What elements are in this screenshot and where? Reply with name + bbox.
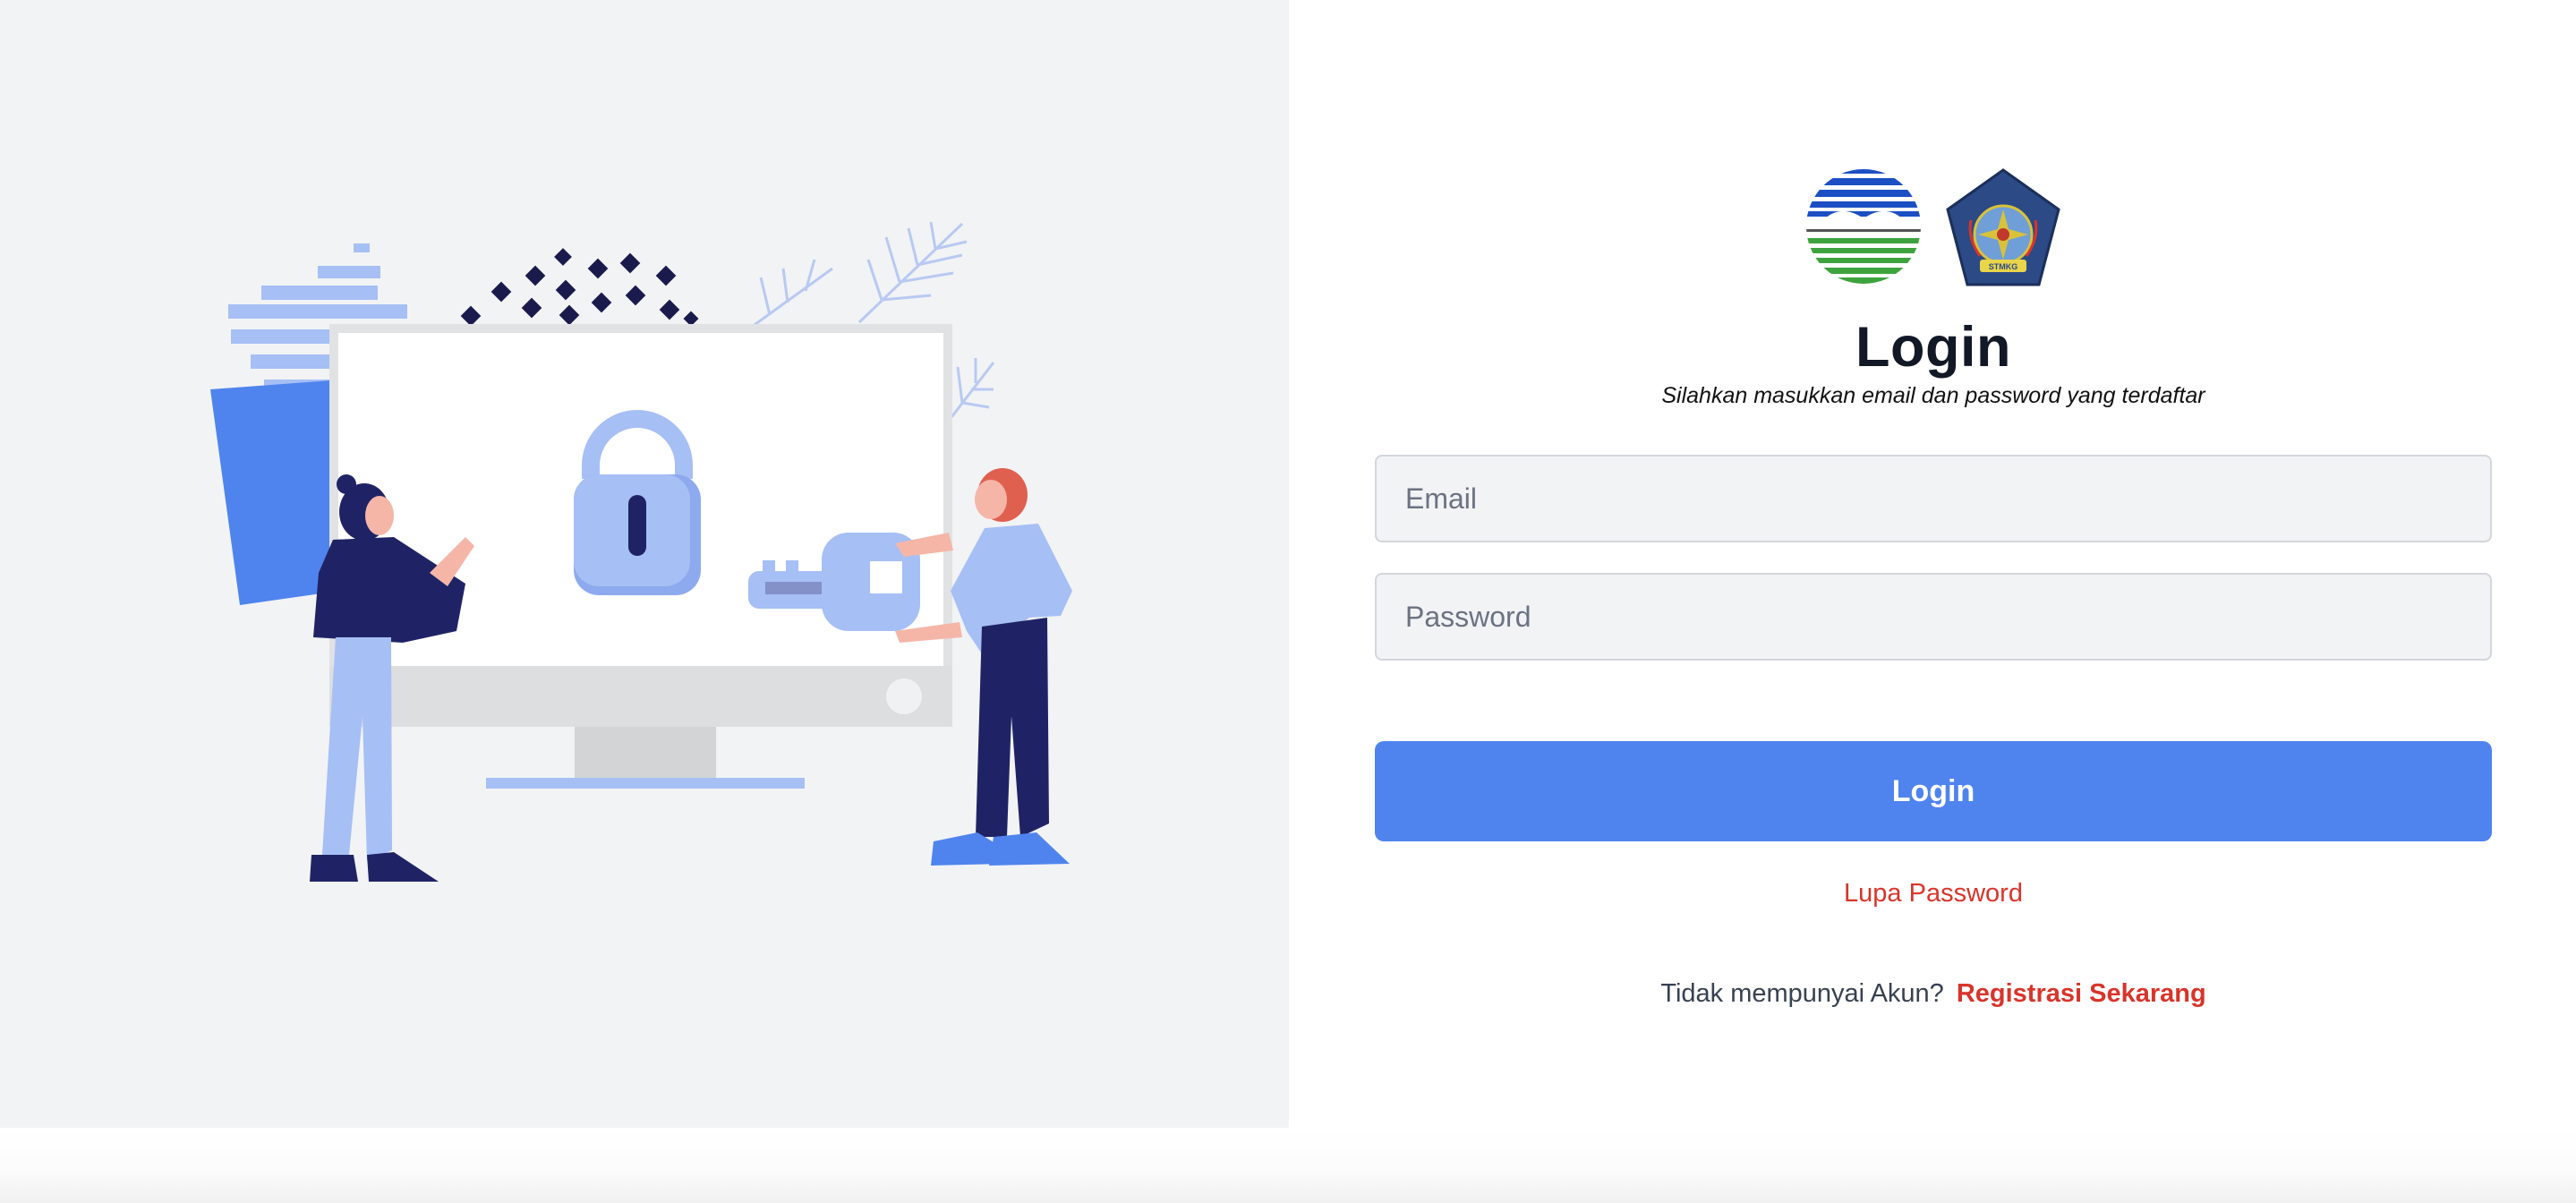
security-illustration <box>210 221 1072 882</box>
page-subtitle: Silahkan masukkan email dan password yan… <box>1661 383 2205 408</box>
bmkg-logo <box>1806 169 1921 284</box>
email-input[interactable] <box>1375 455 2492 542</box>
forgot-password-link[interactable]: Lupa Password <box>1844 879 2023 908</box>
illustration-panel <box>0 0 1289 1128</box>
register-link[interactable]: Registrasi Sekarang <box>1957 979 2206 1008</box>
stmkg-logo: STMKG <box>1946 168 2060 286</box>
bottom-shade <box>0 1128 2576 1203</box>
password-input[interactable] <box>1375 573 2492 661</box>
dot-pattern <box>460 248 699 327</box>
login-button[interactable]: Login <box>1375 741 2492 841</box>
forgot-password-row: Lupa Password <box>1375 879 2492 909</box>
logo-group: STMKG <box>1799 166 2068 294</box>
stmkg-ribbon-text: STMKG <box>1989 262 2018 271</box>
register-row: Tidak mempunyai Akun? Registrasi Sekarang <box>1375 979 2492 1009</box>
register-prompt: Tidak mempunyai Akun? <box>1660 979 1944 1008</box>
page-title: Login <box>1855 316 2011 379</box>
